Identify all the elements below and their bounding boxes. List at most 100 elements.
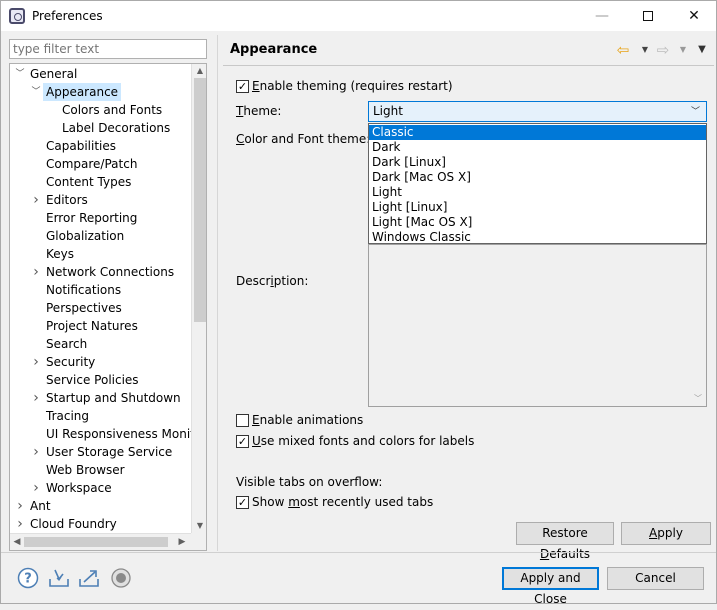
record-oomph-icon[interactable] <box>110 567 132 589</box>
tree-item[interactable]: › Startup and Shutdown <box>10 389 191 407</box>
scroll-thumb[interactable] <box>194 78 206 322</box>
forward-arrow-icon[interactable]: ⇨ <box>653 41 673 59</box>
theme-option[interactable]: Classic <box>369 125 706 140</box>
tree-item-label: Appearance <box>43 83 122 101</box>
description-scrollbar[interactable]: ﹀ <box>690 245 706 406</box>
export-icon[interactable] <box>78 567 100 589</box>
show-mru-checkbox[interactable]: ✓ <box>236 496 249 509</box>
theme-combo[interactable]: Light ﹀ <box>368 101 707 122</box>
apply-and-close-button[interactable]: Apply and Close <box>502 567 599 606</box>
footer-separator <box>1 552 716 553</box>
tree-item[interactable]: Search <box>10 335 191 353</box>
panel-sash[interactable] <box>217 35 218 551</box>
tree-item-label: Startup and Shutdown <box>46 391 181 405</box>
chevron-right-icon[interactable]: › <box>15 515 25 533</box>
view-menu-icon[interactable]: ▼ <box>692 41 712 59</box>
tree-item-label: Workspace <box>46 481 112 495</box>
chevron-right-icon[interactable]: › <box>31 191 41 209</box>
close-button[interactable]: ✕ <box>671 1 717 31</box>
scroll-up-icon[interactable]: ▲ <box>192 64 206 78</box>
enable-animations-checkbox[interactable] <box>236 414 249 427</box>
apply-button[interactable]: Apply <box>621 522 711 545</box>
tree-item-label: Perspectives <box>46 301 122 315</box>
theme-option[interactable]: Windows Classic <box>369 230 706 245</box>
tree-item[interactable]: Capabilities <box>10 137 191 155</box>
back-arrow-icon[interactable]: ⇦ <box>613 41 633 59</box>
theme-label: Theme: <box>236 104 282 118</box>
enable-theming-checkbox[interactable]: ✓ <box>236 80 249 93</box>
maximize-button[interactable] <box>625 1 671 31</box>
checkmark-icon: ✓ <box>237 435 248 448</box>
back-history-dropdown-icon[interactable]: ▼ <box>635 41 655 59</box>
tree-item[interactable]: Globalization <box>10 227 191 245</box>
tree-vertical-scrollbar[interactable]: ▲ ▼ <box>191 64 206 533</box>
tree-item[interactable]: Perspectives <box>10 299 191 317</box>
tree-item-label: Keys <box>46 247 75 261</box>
theme-option[interactable]: Light [Linux] <box>369 200 706 215</box>
window-title: Preferences <box>32 9 103 23</box>
theme-option[interactable]: Light <box>369 185 706 200</box>
tree-item-label: UI Responsiveness Monitoring <box>46 427 206 441</box>
tree-item[interactable]: Tracing <box>10 407 191 425</box>
chevron-down-icon[interactable]: ﹀ <box>31 83 41 101</box>
filter-input[interactable] <box>9 39 207 59</box>
tree-item-label: Ant <box>30 499 51 513</box>
tree-item[interactable]: Notifications <box>10 281 191 299</box>
tree-item-label: Tracing <box>46 409 90 423</box>
visible-tabs-label: Visible tabs on overflow: <box>236 475 383 489</box>
tree-item-label: Notifications <box>46 283 122 297</box>
tree-item[interactable]: ﹀ General <box>10 65 191 83</box>
help-icon[interactable]: ? <box>17 567 39 589</box>
tree-item[interactable]: › Security <box>10 353 191 371</box>
chevron-right-icon[interactable]: › <box>31 353 41 371</box>
theme-option[interactable]: Light [Mac OS X] <box>369 215 706 230</box>
chevron-right-icon[interactable]: › <box>15 497 25 515</box>
scroll-thumb-horizontal[interactable] <box>24 537 168 547</box>
tree-item[interactable]: Label Decorations <box>10 119 191 137</box>
theme-option[interactable]: Dark <box>369 140 706 155</box>
tree-item[interactable]: Web Browser <box>10 461 191 479</box>
tree-item[interactable]: Error Reporting <box>10 209 191 227</box>
tree-item[interactable]: Project Natures <box>10 317 191 335</box>
import-icon[interactable] <box>48 567 70 589</box>
chevron-down-icon[interactable]: ﹀ <box>15 65 25 83</box>
minimize-button[interactable]: — <box>579 1 625 31</box>
chevron-right-icon[interactable]: › <box>31 479 41 497</box>
mixed-fonts-label: Use mixed fonts and colors for labels <box>252 434 475 448</box>
tree-item-label: General <box>30 67 78 81</box>
chevron-right-icon[interactable]: › <box>31 389 41 407</box>
tree-item[interactable]: Keys <box>10 245 191 263</box>
chevron-right-icon[interactable]: › <box>31 263 41 281</box>
tree-item[interactable]: ﹀ Appearance <box>10 83 191 101</box>
tree-item[interactable]: › Ant <box>10 497 191 515</box>
tree-item-label: Search <box>46 337 88 351</box>
tree-horizontal-scrollbar[interactable]: ◀ ▶ <box>10 533 191 550</box>
tree-item[interactable]: Content Types <box>10 173 191 191</box>
tree-item-label: Cloud Foundry <box>30 517 117 531</box>
cancel-button[interactable]: Cancel <box>607 567 704 590</box>
tree-item[interactable]: › Cloud Foundry <box>10 515 191 533</box>
tree-item[interactable]: Colors and Fonts <box>10 101 191 119</box>
tree-item[interactable]: Compare/Patch <box>10 155 191 173</box>
scroll-right-icon[interactable]: ▶ <box>175 534 189 550</box>
tree-item[interactable]: › Workspace <box>10 479 191 497</box>
tree-item-label: User Storage Service <box>46 445 173 459</box>
enable-animations-label: Enable animations <box>252 413 364 427</box>
tree-item[interactable]: UI Responsiveness Monitoring <box>10 425 206 443</box>
forward-history-dropdown-icon[interactable]: ▼ <box>673 41 693 59</box>
theme-option[interactable]: Dark [Mac OS X] <box>369 170 706 185</box>
checkmark-icon: ✓ <box>237 496 248 509</box>
scroll-left-icon[interactable]: ◀ <box>10 534 24 550</box>
tree-item[interactable]: Service Policies <box>10 371 191 389</box>
tree-item[interactable]: › User Storage Service <box>10 443 191 461</box>
eclipse-app-icon <box>9 8 25 24</box>
mixed-fonts-checkbox[interactable]: ✓ <box>236 435 249 448</box>
tree-item[interactable]: › Network Connections <box>10 263 191 281</box>
scroll-down-icon[interactable]: ﹀ <box>690 393 706 404</box>
restore-defaults-button[interactable]: Restore Defaults <box>516 522 614 561</box>
scroll-down-icon[interactable]: ▼ <box>192 519 206 533</box>
tree-item[interactable]: › Editors <box>10 191 191 209</box>
show-mru-label: Show most recently used tabs <box>252 495 434 509</box>
chevron-right-icon[interactable]: › <box>31 443 41 461</box>
theme-option[interactable]: Dark [Linux] <box>369 155 706 170</box>
